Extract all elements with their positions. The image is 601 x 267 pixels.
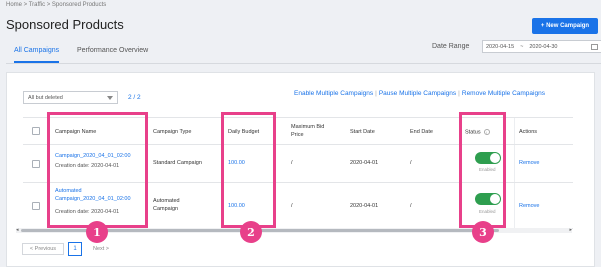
- campaign-type: Automated Campaign: [153, 198, 180, 212]
- max-bid-value: /: [291, 203, 293, 209]
- scroll-left-icon[interactable]: ◂: [16, 228, 19, 233]
- row-checkbox[interactable]: [32, 202, 40, 210]
- pause-multiple-campaigns-link[interactable]: Pause Multiple Campaigns: [379, 90, 456, 97]
- remove-link[interactable]: Remove: [519, 160, 539, 168]
- highlight-daily-budget: [221, 112, 276, 228]
- page-count: 2 / 2: [128, 94, 141, 101]
- page-title: Sponsored Products: [6, 17, 124, 32]
- header-maximum-bid-price: Maximum Bid Price: [291, 124, 325, 138]
- header-campaign-type: Campaign Type: [153, 129, 192, 135]
- annotation-badge-3: 3: [472, 221, 494, 243]
- previous-page-button[interactable]: < Previous: [22, 243, 64, 255]
- breadcrumb: Home > Traffic > Sponsored Products: [6, 2, 107, 8]
- row-checkbox[interactable]: [32, 160, 40, 168]
- date-range-start: 2020-04-15: [486, 43, 515, 50]
- annotation-badge-1: 1: [86, 221, 108, 243]
- new-campaign-button[interactable]: + New Campaign: [532, 18, 598, 34]
- campaign-type: Standard Campaign: [153, 160, 202, 166]
- select-all-checkbox[interactable]: [32, 127, 40, 135]
- bulk-actions: Enable Multiple Campaigns | Pause Multiple…: [294, 90, 545, 97]
- tab-all-campaigns[interactable]: All Campaigns: [14, 47, 60, 63]
- enable-multiple-campaigns-link[interactable]: Enable Multiple Campaigns: [294, 90, 373, 97]
- annotation-badge-2: 2: [240, 221, 262, 243]
- calendar-icon: [591, 44, 598, 50]
- bulk-separator: |: [375, 90, 377, 97]
- start-date-value: 2020-04-01: [350, 203, 379, 209]
- max-bid-value: /: [291, 160, 293, 166]
- bulk-separator: |: [458, 90, 460, 97]
- end-date-value: /: [410, 160, 412, 166]
- date-range-picker[interactable]: 2020-04-15 ~ 2020-04-30: [482, 40, 601, 53]
- end-date-value: /: [410, 203, 412, 209]
- next-page-button[interactable]: Next >: [86, 243, 116, 255]
- tab-performance-overview[interactable]: Performance Overview: [77, 47, 148, 54]
- tab-bar: All Campaigns Performance Overview Date …: [6, 40, 601, 64]
- status-filter-value: All but deleted: [28, 95, 63, 101]
- column-divider: [514, 118, 515, 144]
- header-actions: Actions: [519, 129, 538, 135]
- header-end-date: End Date: [410, 129, 433, 135]
- column-divider: [514, 183, 515, 228]
- scroll-right-icon[interactable]: ▸: [569, 228, 572, 233]
- date-range-label: Date Range: [432, 43, 470, 50]
- status-filter-select[interactable]: All but deleted: [23, 91, 118, 104]
- column-divider: [514, 145, 515, 182]
- page-number-button[interactable]: 1: [68, 242, 82, 256]
- highlight-status: [459, 112, 506, 228]
- date-range-separator: ~: [520, 43, 524, 50]
- remove-link[interactable]: Remove: [519, 203, 539, 211]
- header-start-date: Start Date: [350, 129, 375, 135]
- start-date-value: 2020-04-01: [350, 160, 379, 166]
- date-range-end: 2020-04-30: [529, 43, 558, 50]
- remove-multiple-campaigns-link[interactable]: Remove Multiple Campaigns: [462, 90, 545, 97]
- chevron-down-icon: [107, 96, 113, 100]
- highlight-campaign-name: [47, 112, 148, 228]
